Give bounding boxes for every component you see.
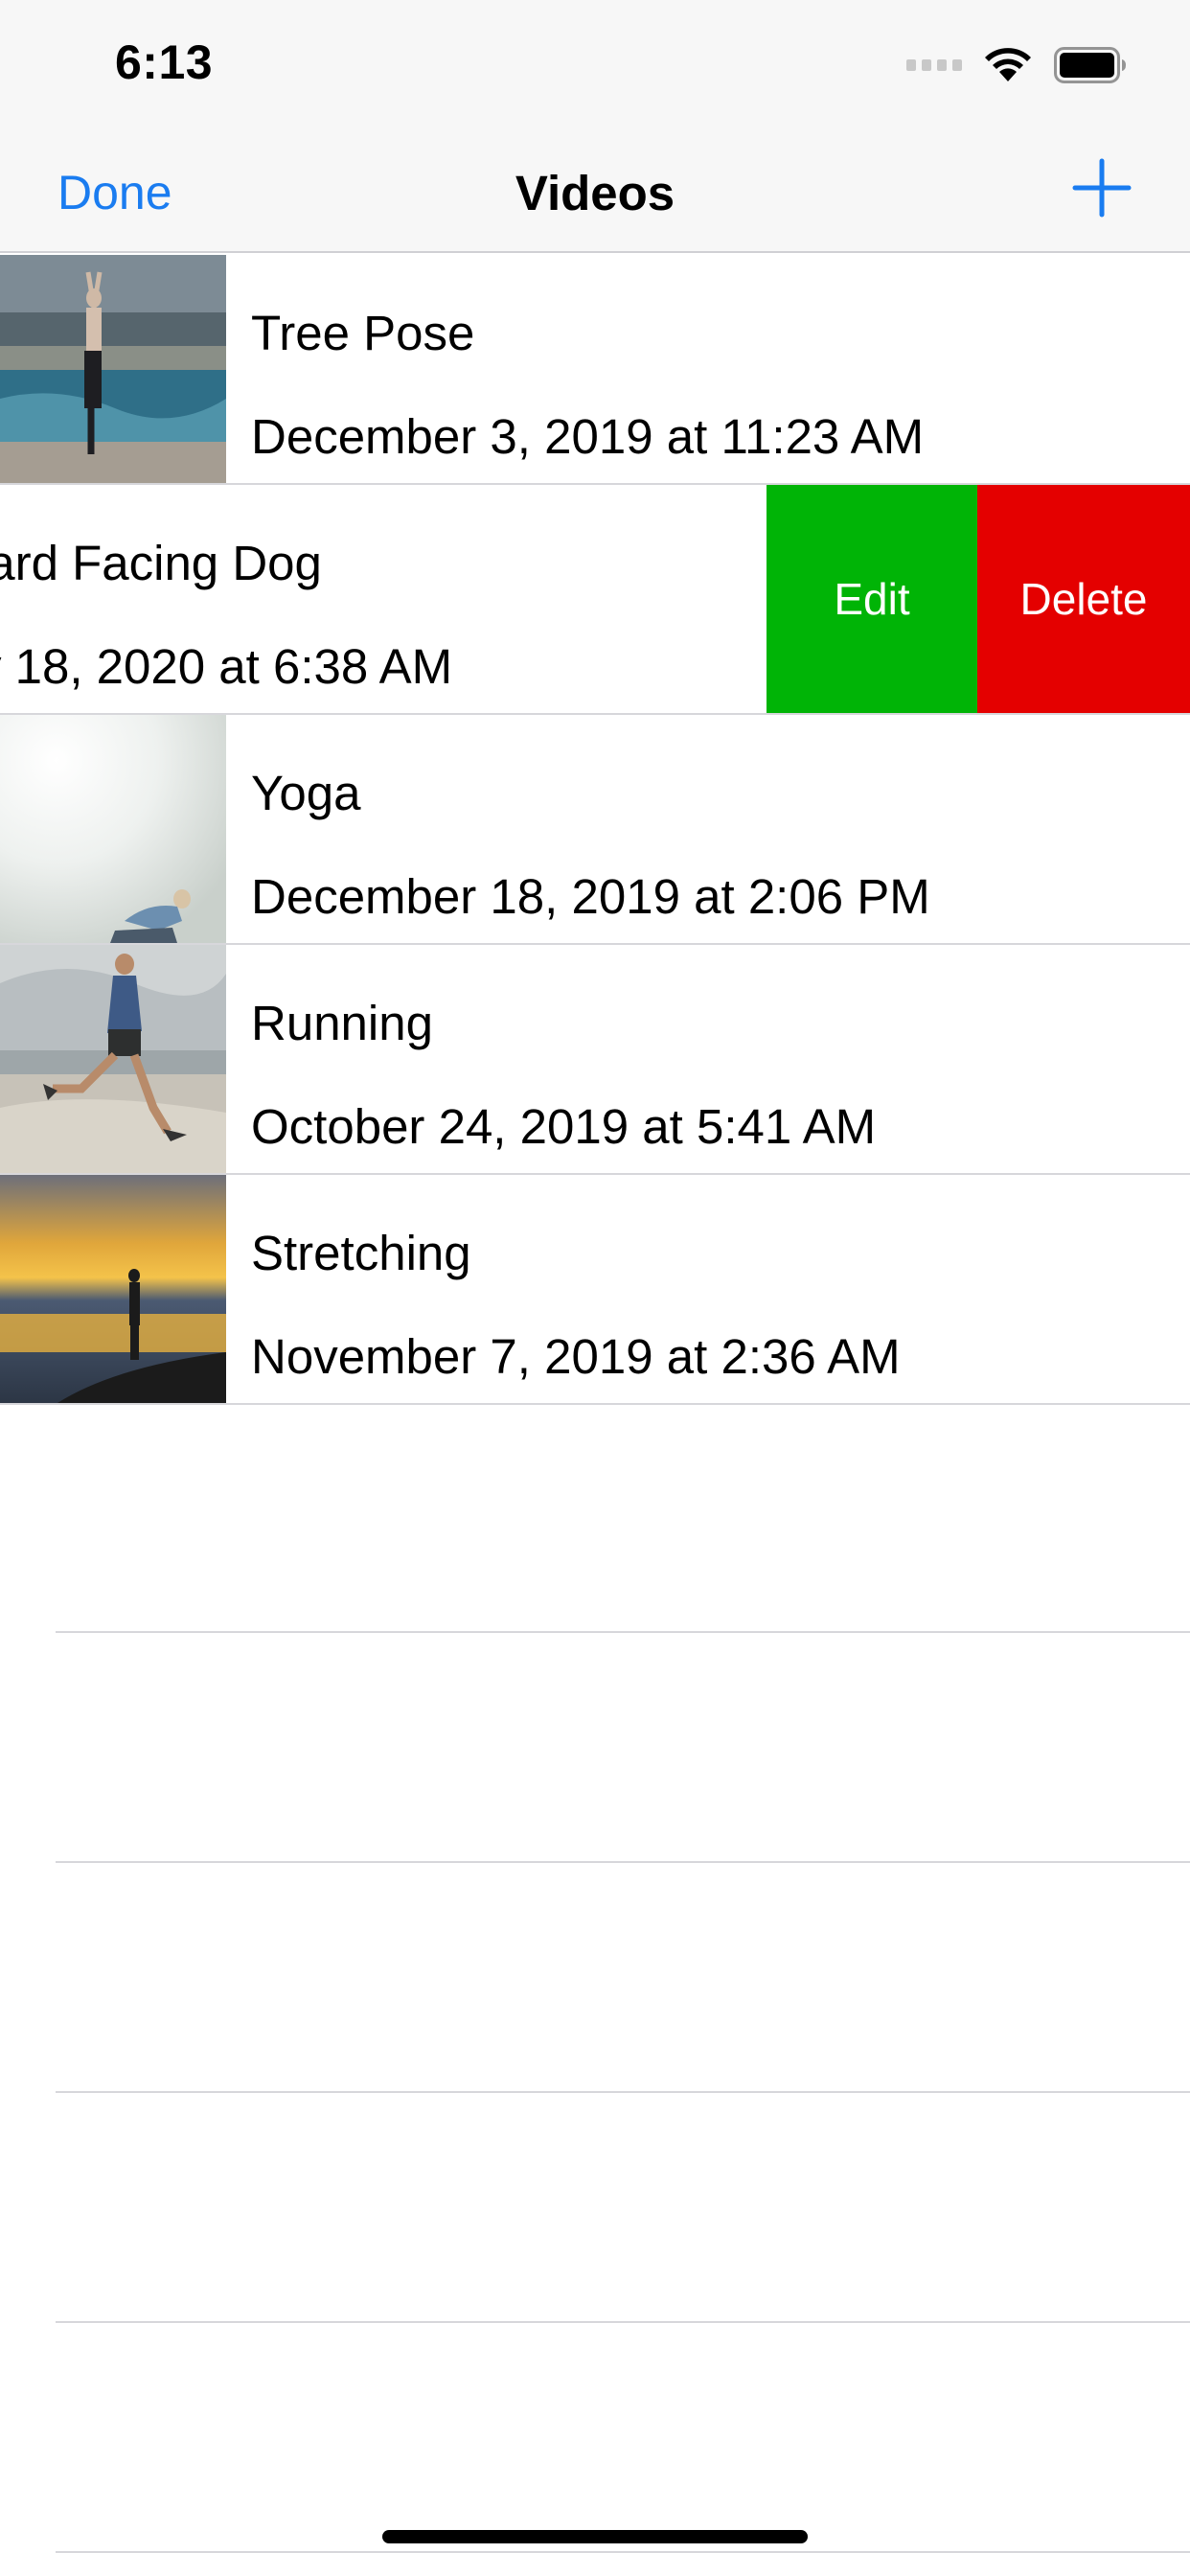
video-row[interactable]: Tree Pose December 3, 2019 at 11:23 AM (0, 255, 1190, 485)
video-row-content[interactable]: Downward Facing Dog January 18, 2020 at … (0, 485, 767, 713)
edit-button[interactable]: Edit (767, 485, 977, 713)
video-row[interactable]: Yoga December 18, 2019 at 2:06 PM (0, 715, 1190, 945)
cellular-signal-icon (906, 59, 962, 71)
empty-row-separator (0, 1403, 1190, 1633)
video-title: Downward Facing Dog (0, 536, 322, 590)
empty-row-separator (0, 1633, 1190, 1863)
stretching-thumbnail (0, 1175, 226, 1403)
empty-list-area (0, 1403, 1190, 2553)
video-row-content[interactable]: Tree Pose December 3, 2019 at 11:23 AM (0, 255, 1190, 483)
swipe-actions: Edit Delete (767, 485, 1190, 713)
plus-icon (1072, 158, 1132, 218)
page-title: Videos (515, 166, 675, 220)
navigation-bar: Done Videos (0, 126, 1190, 253)
empty-row-separator (0, 2093, 1190, 2323)
battery-icon (1054, 47, 1126, 83)
video-date: November 7, 2019 at 2:36 AM (251, 1329, 901, 1384)
video-title: Yoga (251, 766, 361, 820)
status-icons (906, 46, 1127, 84)
empty-row-separator (0, 1863, 1190, 2093)
yoga-thumbnail (0, 715, 226, 943)
video-date: December 3, 2019 at 11:23 AM (251, 409, 925, 464)
video-row-content[interactable]: Stretching November 7, 2019 at 2:36 AM (0, 1175, 1190, 1403)
video-row-swiped[interactable]: Downward Facing Dog January 18, 2020 at … (0, 485, 1190, 715)
video-date: December 18, 2019 at 2:06 PM (251, 869, 930, 924)
video-title: Stretching (251, 1226, 471, 1280)
video-row-content[interactable]: Running October 24, 2019 at 5:41 AM (0, 945, 1190, 1173)
home-indicator[interactable] (382, 2530, 808, 2543)
empty-row-separator (0, 2323, 1190, 2553)
video-list: Tree Pose December 3, 2019 at 11:23 AM D… (0, 255, 1190, 1405)
wifi-icon (985, 48, 1031, 81)
video-row[interactable]: Running October 24, 2019 at 5:41 AM (0, 945, 1190, 1175)
status-time: 6:13 (115, 35, 214, 89)
video-title: Running (251, 996, 433, 1050)
video-date: October 24, 2019 at 5:41 AM (251, 1099, 877, 1154)
videos-screen: 6:13 Done Videos Tree Pose December 3, 2… (0, 0, 1190, 2576)
video-row-content[interactable]: Yoga December 18, 2019 at 2:06 PM (0, 715, 1190, 943)
add-video-button[interactable] (1071, 157, 1133, 218)
tree-pose-thumbnail (0, 255, 226, 483)
status-bar: 6:13 (0, 0, 1190, 126)
video-row[interactable]: Stretching November 7, 2019 at 2:36 AM (0, 1175, 1190, 1405)
running-thumbnail (0, 945, 226, 1173)
video-title: Tree Pose (251, 306, 475, 360)
delete-button[interactable]: Delete (977, 485, 1190, 713)
video-date: January 18, 2020 at 6:38 AM (0, 639, 453, 694)
